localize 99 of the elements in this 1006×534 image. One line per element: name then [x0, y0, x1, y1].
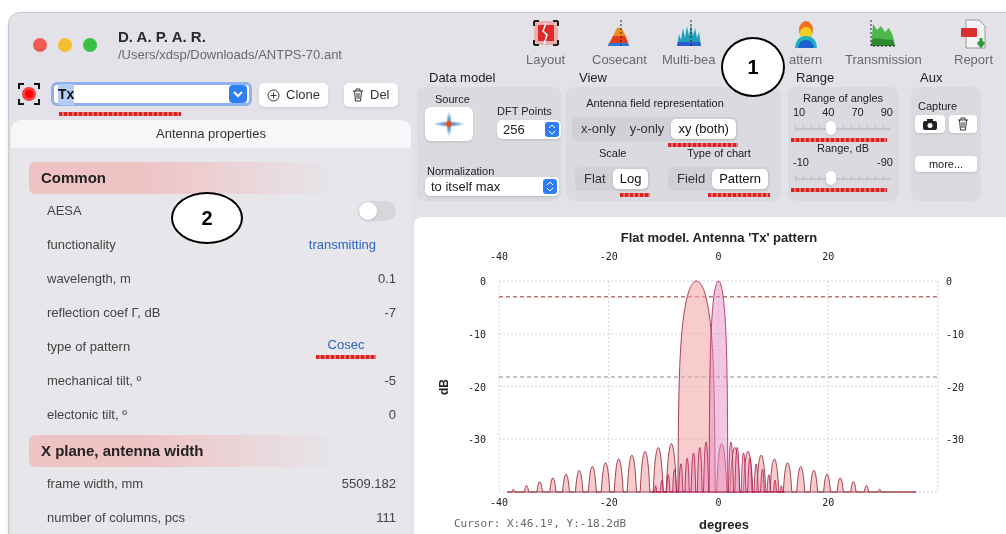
property-value: 0 [388, 406, 396, 425]
slider-thumb[interactable] [826, 171, 837, 185]
antenna-target-icon [18, 83, 40, 105]
segment-button[interactable]: Pattern [712, 168, 769, 189]
more-button[interactable]: more... [915, 156, 977, 172]
toolbar-button[interactable]: Layout [526, 18, 566, 67]
segment-button[interactable]: xy (both) [671, 118, 736, 139]
group-title: Range [796, 71, 835, 85]
property-label: mechanical tilt, º [47, 372, 142, 391]
slider-tick-label: 90 [880, 106, 893, 119]
property-label: functionality [47, 236, 116, 255]
toolbar-button[interactable]: attern [789, 18, 823, 67]
slider-tick-label: -90 [877, 156, 893, 169]
segment-button[interactable]: y-only [622, 118, 672, 139]
toolbar-button[interactable]: Transmission [845, 18, 922, 67]
property-label: frame width, mm [47, 475, 144, 494]
callout-badge: 1 [721, 37, 785, 97]
segment-button[interactable]: Flat [577, 168, 613, 189]
group-title: View [579, 71, 607, 85]
antenna-select[interactable]: Tx [51, 82, 252, 106]
trash-icon [352, 88, 364, 102]
cross-pattern-icon [431, 110, 467, 138]
camera-button[interactable] [915, 115, 945, 133]
property-value: -5 [384, 372, 396, 391]
property-value: 5509.182 [341, 475, 396, 494]
toolbar-button[interactable]: Multi-bea [662, 18, 716, 67]
axis-tick-label: -20 [467, 381, 486, 393]
axis-title: degrees [699, 517, 749, 532]
property-label: type of pattern [47, 338, 131, 357]
slider-tick-label: 10 [793, 106, 806, 119]
value-link[interactable]: Cosec [327, 335, 365, 355]
close-button[interactable] [33, 38, 47, 52]
segment-button[interactable]: Log [612, 168, 649, 189]
group-title: Aux [920, 71, 943, 85]
trash-icon [957, 117, 969, 131]
cursor-readout: Cursor: X:46.1º, Y:-18.2dB [454, 517, 627, 530]
property-value: 111 [376, 509, 396, 528]
dropdown-chevron-icon [229, 85, 247, 103]
camera-icon [923, 118, 937, 130]
axis-tick-label: -30 [946, 434, 965, 446]
axis-tick-label: -40 [489, 497, 509, 508]
toggle-switch[interactable] [358, 201, 396, 221]
field-label: Range, dB [816, 142, 870, 155]
field-label: Antenna field representation [586, 96, 724, 111]
property-label: wavelength, m [47, 270, 131, 289]
property-value: 0.1 [377, 270, 396, 289]
window-title: D. A. P. A. R. [118, 28, 207, 46]
axis-tick-label: 0 [479, 276, 486, 287]
axis-tick-label: 0 [946, 276, 953, 287]
toolbar-button[interactable]: Report [954, 18, 994, 67]
section-title: Common [41, 167, 106, 188]
clone-button[interactable]: Clone [259, 83, 328, 107]
dft-points-select[interactable]: 256 [497, 120, 561, 139]
property-value: -7 [384, 304, 396, 323]
toolbar-button[interactable]: Cosecant [592, 18, 647, 67]
group-title: Data model [429, 71, 496, 85]
axis-tick-label: 0 [715, 497, 722, 508]
property-label: number of columns, pcs [47, 509, 185, 528]
slider-thumb[interactable] [826, 121, 837, 135]
axis-tick-label: -10 [467, 328, 486, 340]
field-label: Scale [598, 146, 627, 161]
axis-tick-label: -10 [946, 328, 965, 340]
zoom-button[interactable] [83, 38, 97, 52]
slider-tick-label: 70 [851, 106, 864, 119]
chart-title: Flat model. Antenna 'Tx' pattern [620, 230, 818, 245]
axis-tick-label: 0 [715, 251, 722, 262]
axis-tick-label: -20 [599, 497, 618, 508]
source-button[interactable] [425, 107, 473, 141]
axis-tick-label: 20 [822, 251, 835, 262]
value-link[interactable]: transmitting [308, 235, 376, 255]
field-label: Source [435, 92, 470, 107]
axis-tick-label: -20 [599, 251, 618, 262]
field-label: Capture [918, 99, 958, 114]
section-title: X plane, antenna width [41, 440, 204, 461]
axis-title: dB [437, 379, 451, 395]
property-label: reflection coef Γ, dB [47, 304, 161, 323]
property-label: AESA [47, 202, 82, 221]
axis-tick-label: 20 [822, 497, 835, 508]
plus-circle-icon [267, 88, 280, 102]
field-label: Normalization [427, 164, 495, 179]
axis-tick-label: -20 [946, 381, 965, 393]
stepper-icon [545, 122, 559, 137]
stepper-icon [543, 179, 557, 194]
file-path: /Users/xdsp/Downloads/ANTPS-70.ant [118, 46, 342, 63]
axis-tick-label: -40 [489, 251, 509, 262]
field-label: Type of chart [687, 146, 751, 161]
slider-tick-label: -10 [793, 156, 809, 169]
delete-button[interactable]: Del [344, 83, 398, 107]
field-label: DFT Points [497, 104, 552, 119]
field-label: Range of angles [801, 92, 885, 105]
segment-button[interactable]: Field [670, 168, 713, 189]
normalization-select[interactable]: to itself max [425, 177, 559, 196]
slider-tick-label: 40 [822, 106, 835, 119]
minimize-button[interactable] [58, 38, 72, 52]
segment-button[interactable]: x-only [574, 118, 623, 139]
property-label: electonic tilt, º [47, 406, 127, 425]
delete-capture-button[interactable] [949, 115, 977, 133]
panel-title: Antenna properties [156, 125, 266, 144]
axis-tick-label: -30 [467, 434, 486, 446]
